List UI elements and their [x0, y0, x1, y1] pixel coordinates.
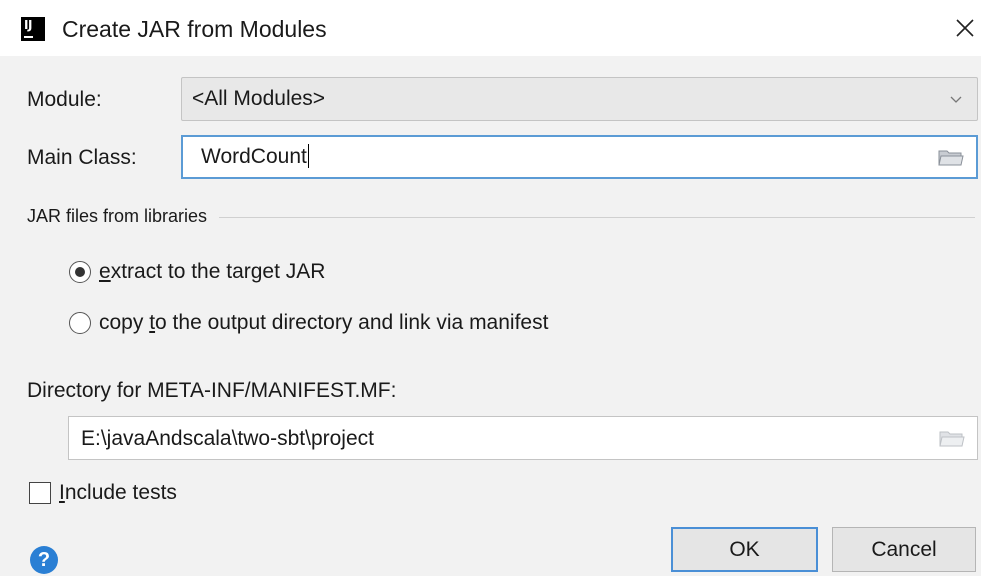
include-tests-label: Include tests [59, 481, 177, 504]
radio-extract-to-target[interactable]: extract to the target JAR [69, 259, 325, 285]
title-bar: IJ Create JAR from Modules [0, 0, 981, 56]
libraries-section-header: JAR files from libraries [27, 203, 975, 229]
radio-copy-label: copy to the output directory and link vi… [99, 311, 549, 334]
intellij-icon: IJ [21, 17, 45, 41]
close-icon [956, 19, 974, 37]
manifest-directory-input[interactable]: E:\javaAndscala\two-sbt\project [68, 416, 978, 460]
manifest-directory-label: Directory for META-INF/MANIFEST.MF: [27, 379, 397, 402]
radio-button-checked[interactable] [69, 261, 91, 283]
help-icon[interactable]: ? [30, 546, 58, 574]
radio-copy-to-output[interactable]: copy to the output directory and link vi… [69, 310, 548, 336]
include-tests-checkbox[interactable]: Include tests [29, 480, 177, 506]
dialog-content: Module: <All Modules> Main Class: WordCo… [0, 56, 981, 576]
module-selected-value: <All Modules> [192, 87, 326, 110]
dialog-title: Create JAR from Modules [62, 16, 327, 42]
radio-button-unchecked[interactable] [69, 312, 91, 334]
folder-icon[interactable] [938, 148, 964, 168]
radio-extract-label: extract to the target JAR [99, 260, 326, 283]
checkbox-unchecked[interactable] [29, 482, 51, 504]
main-class-input[interactable]: WordCount [181, 135, 978, 179]
close-button[interactable] [949, 12, 981, 44]
text-caret [307, 144, 309, 168]
main-class-label: Main Class: [27, 146, 137, 169]
manifest-directory-value: E:\javaAndscala\two-sbt\project [81, 427, 374, 450]
cancel-button[interactable]: Cancel [832, 527, 976, 572]
libraries-section-title: JAR files from libraries [27, 203, 220, 229]
module-label: Module: [27, 88, 102, 111]
folder-icon[interactable] [939, 429, 965, 449]
module-dropdown[interactable]: <All Modules> [181, 77, 978, 121]
ok-button[interactable]: OK [671, 527, 818, 572]
main-class-value: WordCount [201, 145, 307, 168]
chevron-down-icon [950, 96, 962, 103]
